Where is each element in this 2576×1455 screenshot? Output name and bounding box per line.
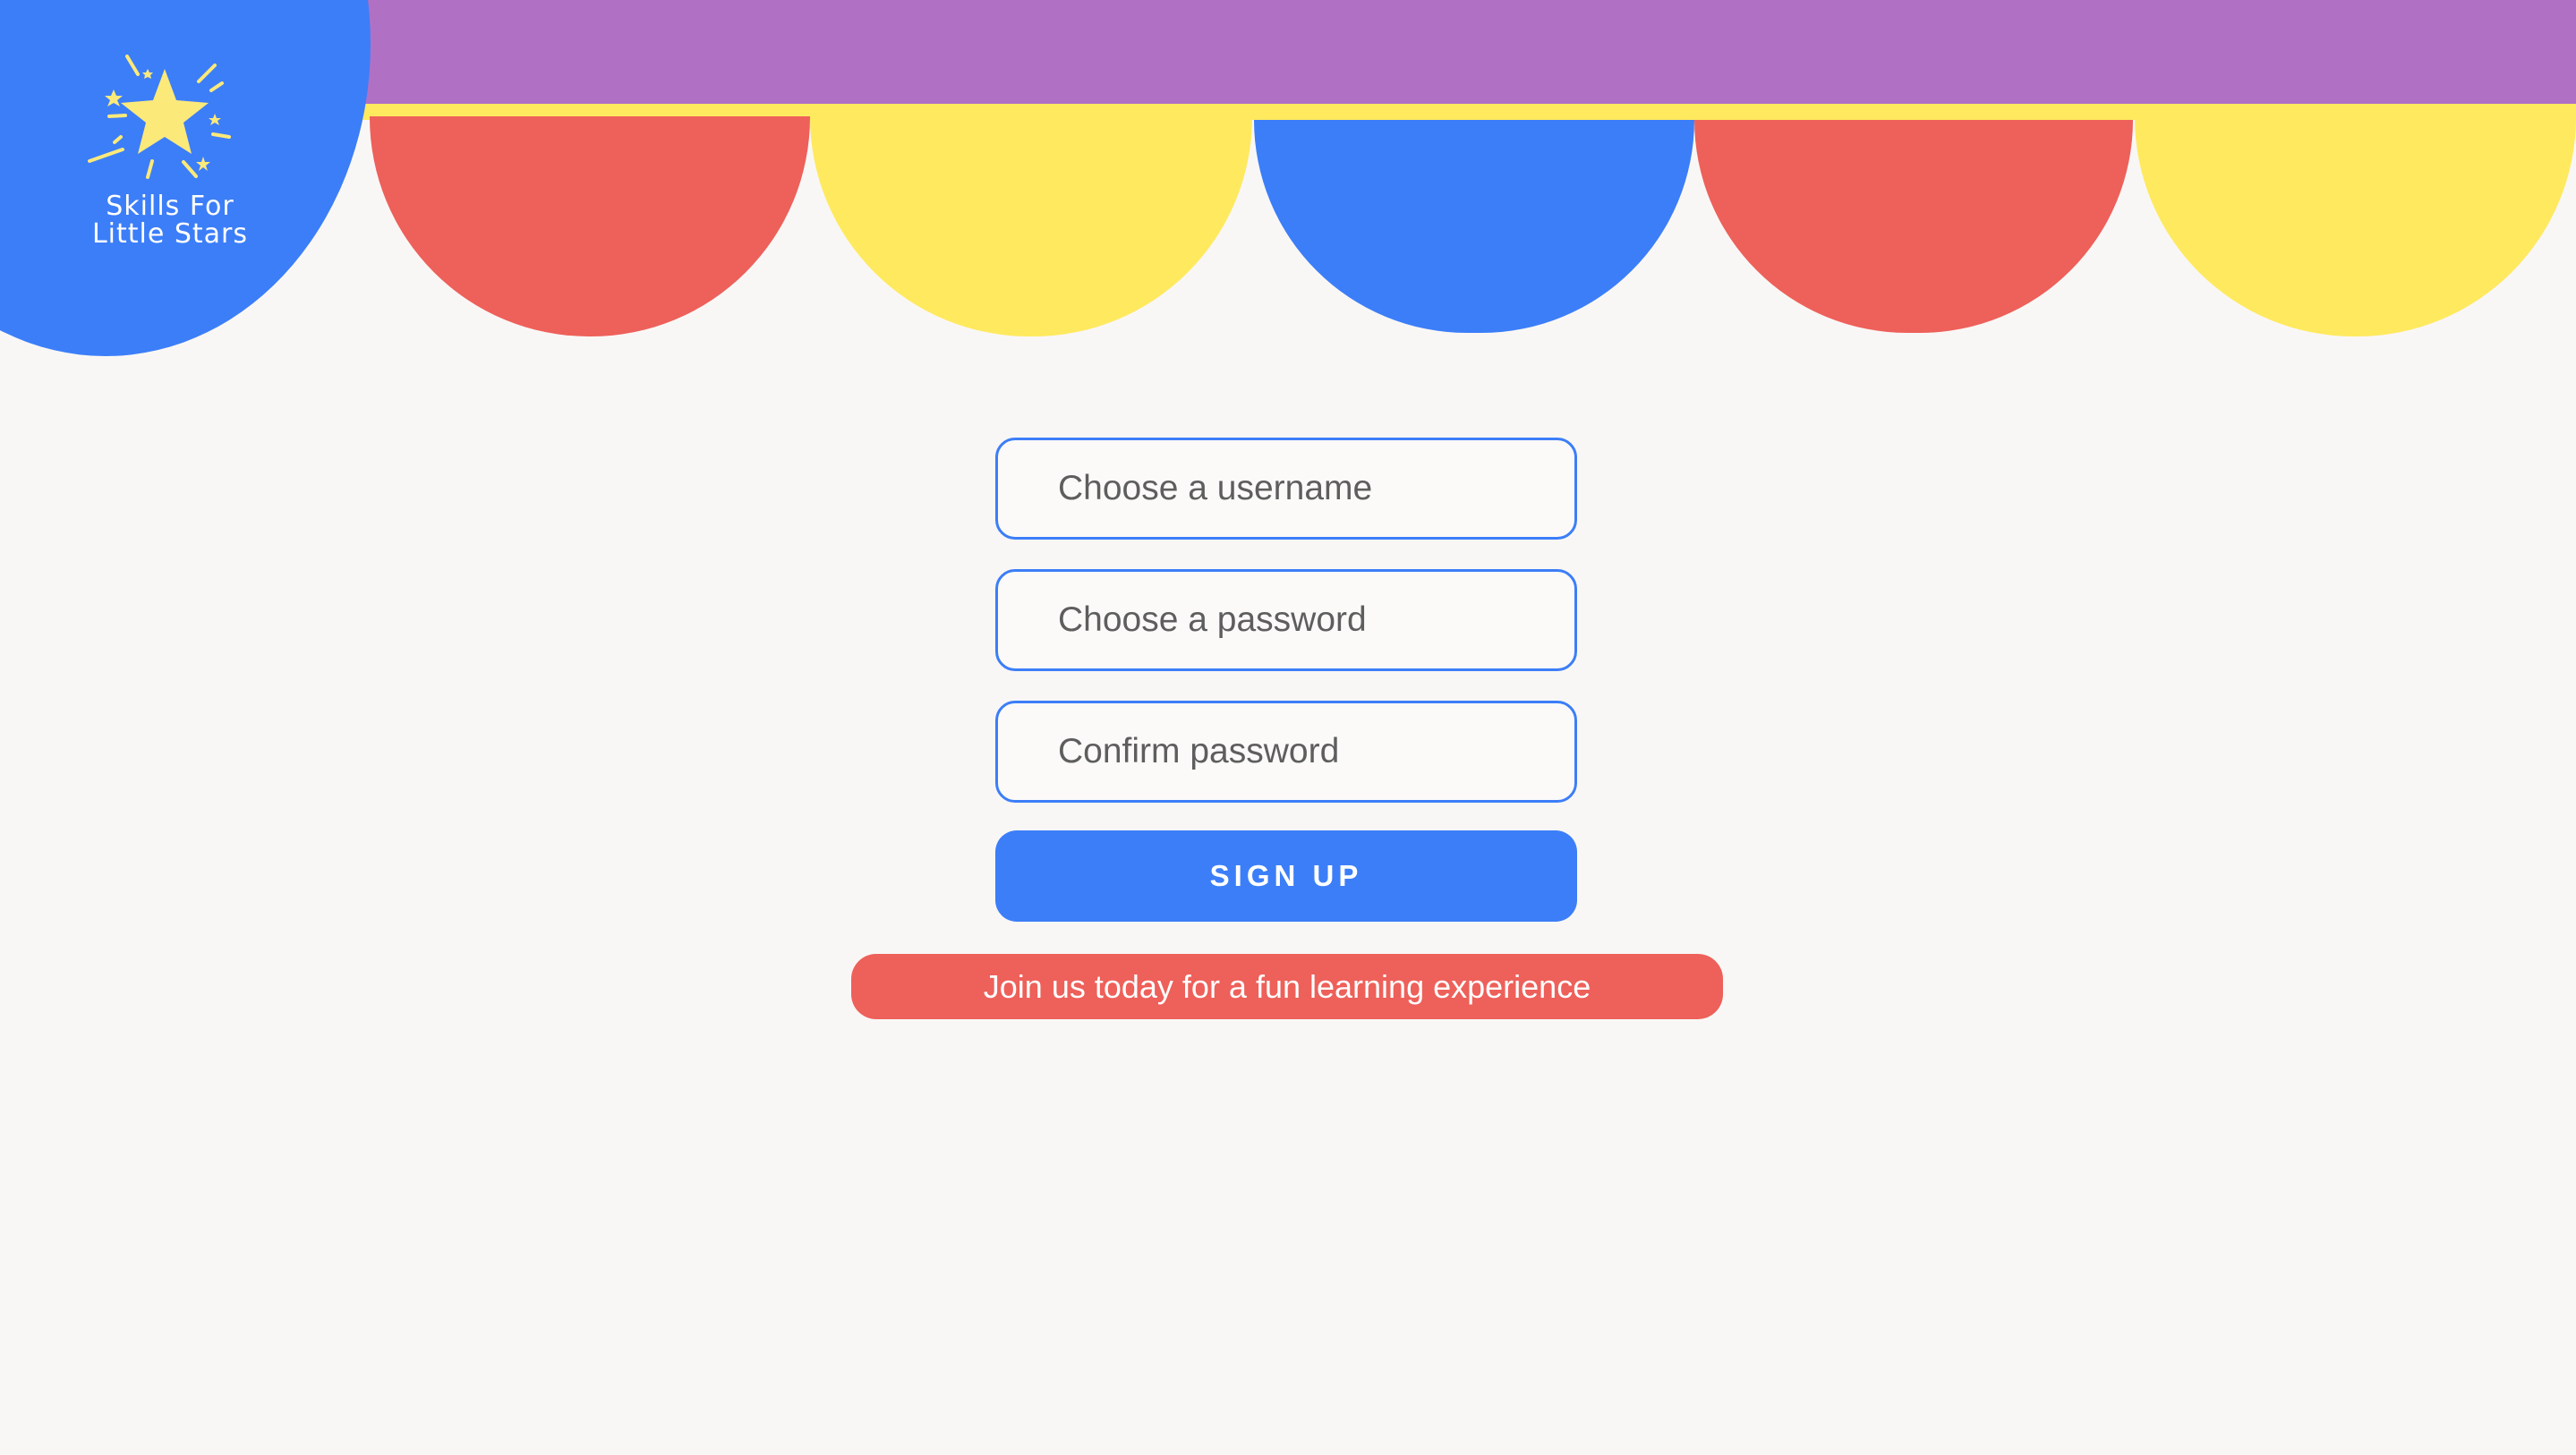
username-input[interactable] <box>998 440 1574 537</box>
password-input[interactable] <box>998 572 1574 668</box>
decor-scallop-red <box>370 116 810 336</box>
confirm-password-input[interactable] <box>998 703 1574 800</box>
sign-up-button[interactable]: SIGN UP <box>995 830 1577 922</box>
signup-form: SIGN UP <box>995 438 1577 922</box>
decor-scallop-red <box>1694 120 2133 333</box>
brand-name-line2: Little Stars <box>91 218 249 250</box>
signup-page: Skills For Little Stars SIGN UP Join us … <box>0 0 2576 1455</box>
confirm-password-field-wrapper <box>995 701 1577 803</box>
brand-name: Skills For Little Stars <box>63 192 277 248</box>
brand-name-line1: Skills For <box>106 191 235 222</box>
star-burst-icon <box>88 55 231 179</box>
username-field-wrapper <box>995 438 1577 540</box>
password-field-wrapper <box>995 569 1577 671</box>
decor-scallop-blue <box>1254 120 1694 333</box>
decor-scallop-yellow <box>2135 116 2576 336</box>
tagline-banner: Join us today for a fun learning experie… <box>851 954 1723 1019</box>
brand-logo[interactable]: Skills For Little Stars <box>63 49 277 264</box>
header-banner <box>0 0 2576 104</box>
decor-scallop-yellow <box>810 116 1252 336</box>
